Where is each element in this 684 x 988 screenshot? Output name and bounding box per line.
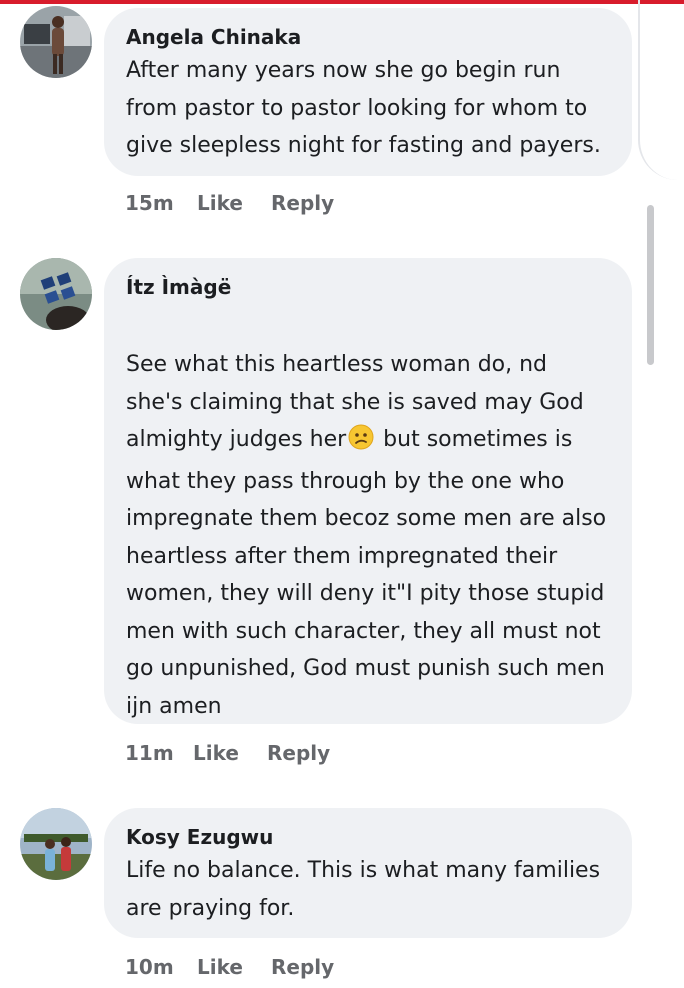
comment-bubble: Ítz Ìmàgë See what this heartless woman …: [104, 258, 632, 724]
comment-text: After many years now she go begin run fr…: [126, 58, 601, 158]
reply-button[interactable]: Reply: [271, 186, 334, 220]
comment-actions: 15m Like Reply: [125, 186, 334, 220]
avatar-image: [20, 258, 92, 330]
confused-face-emoji-icon: [348, 424, 374, 463]
avatar-image: [20, 6, 92, 78]
avatar-image: [20, 808, 92, 880]
comment-timestamp: 10m: [125, 955, 174, 979]
comment-timestamp: 11m: [125, 741, 174, 765]
like-button[interactable]: Like: [197, 950, 271, 984]
reply-button[interactable]: Reply: [267, 736, 330, 770]
reply-button[interactable]: Reply: [271, 950, 334, 984]
avatar[interactable]: [20, 258, 92, 330]
avatar[interactable]: [20, 6, 92, 78]
comment-bubble: Angela Chinaka After many years now she …: [104, 8, 632, 176]
comment-text: Life no balance. This is what many famil…: [126, 858, 601, 921]
comment-bubble: Kosy Ezugwu Life no balance. This is wha…: [104, 808, 632, 938]
comment-actions: 10m Like Reply: [125, 950, 334, 984]
comment-timestamp: 15m: [125, 191, 174, 215]
like-button[interactable]: Like: [193, 736, 267, 770]
comment-text: See what this heartless woman do, nd she…: [126, 346, 610, 725]
comment-text-part: but sometimes is what they pass through …: [126, 427, 607, 719]
top-accent-bar: [0, 0, 684, 4]
comment-author[interactable]: Angela Chinaka: [126, 22, 610, 52]
comment-author[interactable]: Ítz Ìmàgë: [126, 272, 610, 302]
comment-author[interactable]: Kosy Ezugwu: [126, 822, 610, 852]
like-button[interactable]: Like: [197, 186, 271, 220]
avatar[interactable]: [20, 808, 92, 880]
comment-actions: 11m Like Reply: [125, 736, 330, 770]
side-edge: [638, 0, 684, 180]
scrollbar[interactable]: [647, 205, 654, 365]
